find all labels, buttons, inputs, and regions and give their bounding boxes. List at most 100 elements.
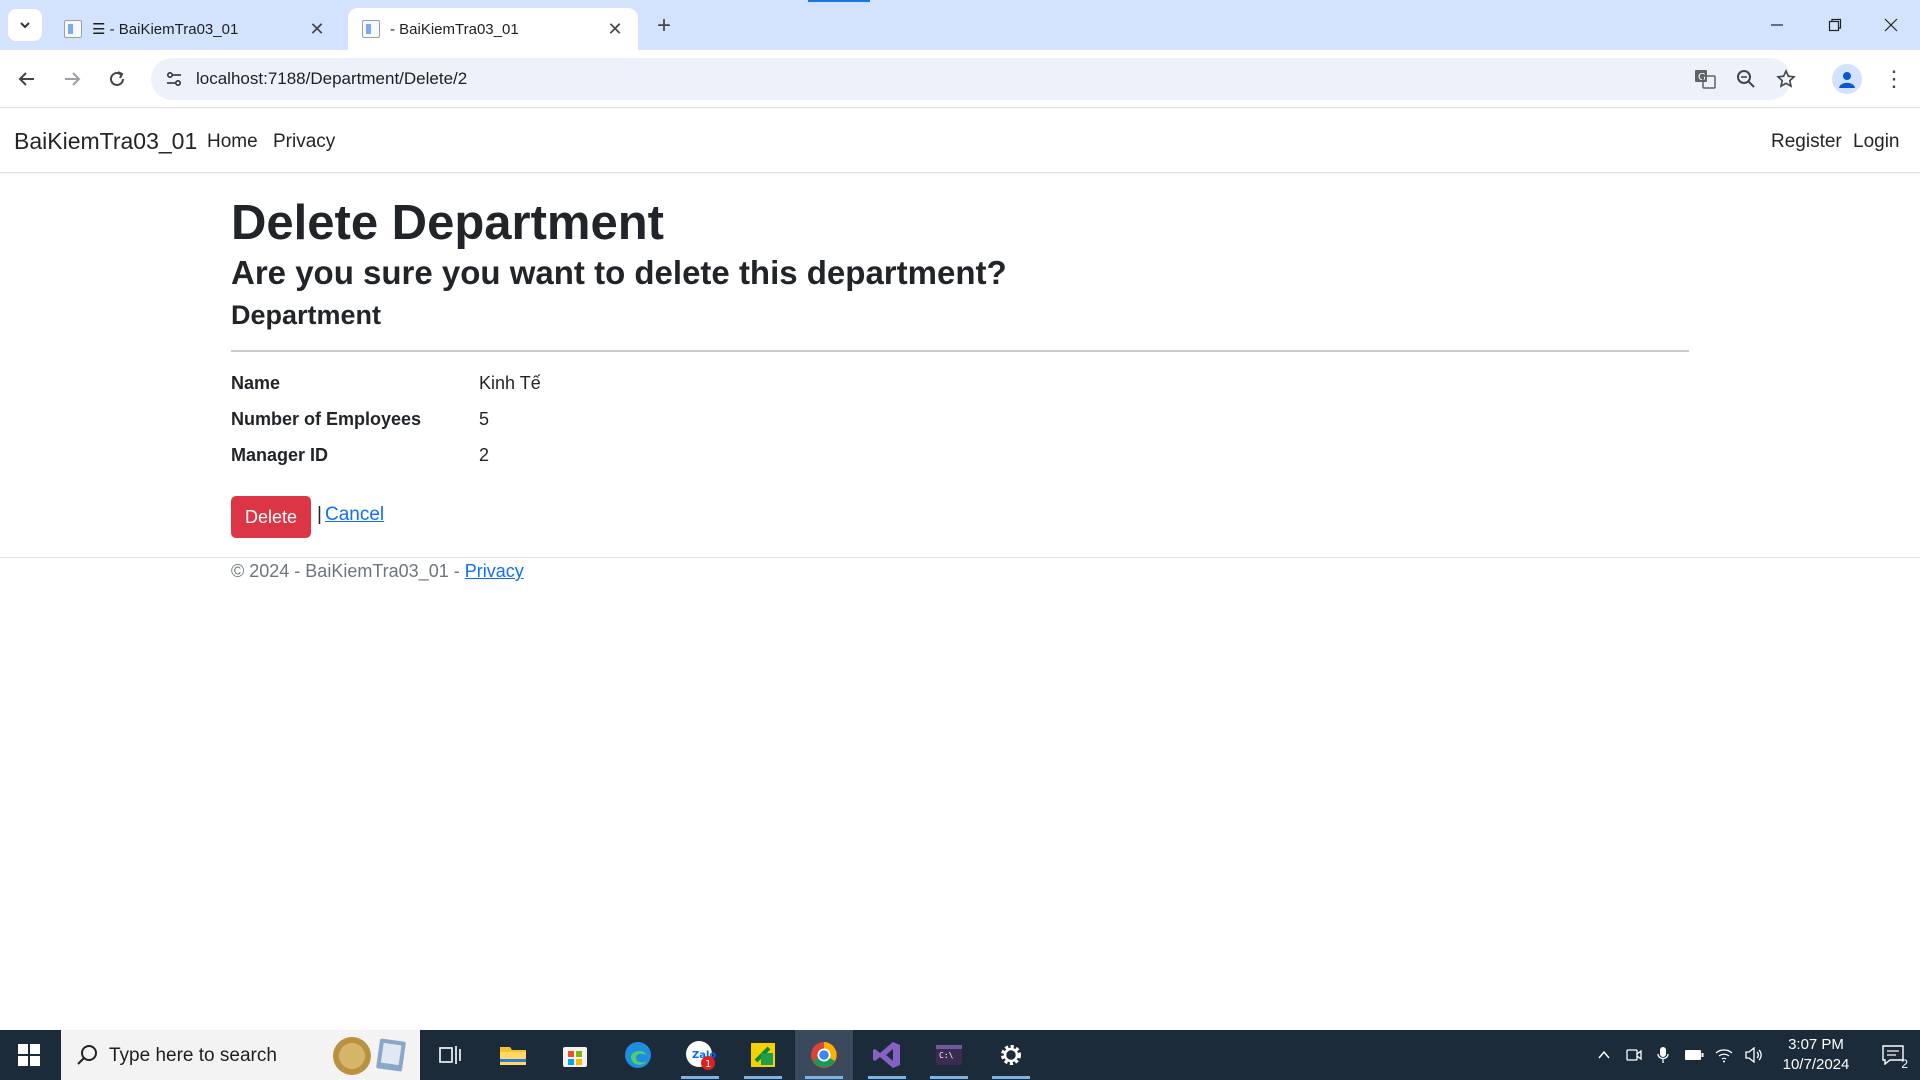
browser-tab-1[interactable]: ☰ - BaiKiemTra03_01 ✕ (50, 8, 340, 50)
windows-logo-icon (18, 1044, 40, 1066)
zoom-icon[interactable] (1733, 66, 1759, 92)
nav-register-link[interactable]: Register (1771, 131, 1842, 153)
nav-privacy-link[interactable]: Privacy (273, 131, 335, 153)
site-brand-link[interactable]: BaiKiemTra03_01 (14, 128, 197, 155)
profile-avatar-icon[interactable] (1832, 64, 1862, 94)
taskbar-chrome[interactable] (795, 1030, 853, 1080)
arrow-left-icon (18, 72, 34, 86)
page-title: Delete Department (231, 196, 664, 250)
tab-search-button[interactable] (8, 9, 42, 41)
notification-count: 2 (1901, 1057, 1908, 1071)
app-tile-icon (751, 1043, 775, 1067)
bookmark-star-icon[interactable] (1773, 66, 1799, 92)
detail-row-manager: Manager ID 2 (231, 445, 1689, 475)
taskbar-visual-studio[interactable] (858, 1030, 916, 1080)
loading-indicator (808, 0, 870, 2)
chrome-icon (811, 1042, 837, 1068)
close-tab-icon[interactable]: ✕ (602, 16, 628, 42)
notification-center-button[interactable]: 2 (1866, 1030, 1920, 1080)
battery-icon[interactable] (1680, 1030, 1708, 1080)
address-bar[interactable]: localhost:7188/Department/Delete/2 G (151, 58, 1796, 100)
taskbar-settings[interactable] (982, 1030, 1040, 1080)
cancel-link[interactable]: Cancel (325, 504, 384, 526)
folder-icon (500, 1047, 526, 1065)
detail-value: 2 (479, 445, 490, 465)
section-heading: Department (231, 300, 382, 330)
browser-tabstrip: ☰ - BaiKiemTra03_01 ✕ - BaiKiemTra03_01 … (0, 0, 1920, 50)
volume-icon[interactable] (1740, 1030, 1768, 1080)
minimize-icon (1771, 24, 1783, 26)
detail-value: 5 (479, 409, 490, 429)
task-view-button[interactable] (421, 1030, 479, 1080)
close-window-button[interactable] (1862, 0, 1920, 50)
translate-icon[interactable]: G (1692, 66, 1718, 92)
tab-title: - BaiKiemTra03_01 (390, 20, 519, 38)
detail-row-employees: Number of Employees 5 (231, 409, 1689, 439)
restore-icon (1828, 18, 1842, 32)
back-button[interactable] (11, 63, 43, 95)
forward-button[interactable] (56, 63, 88, 95)
detail-label: Number of Employees (231, 409, 422, 429)
arrow-right-icon (65, 72, 81, 86)
close-tab-icon[interactable]: ✕ (304, 16, 330, 42)
reload-icon (110, 71, 124, 86)
tab-title: ☰ - BaiKiemTra03_01 (92, 21, 239, 38)
taskbar-app[interactable] (734, 1030, 792, 1080)
show-hidden-icons-button[interactable] (1590, 1030, 1618, 1080)
detail-value: Kinh Tế (479, 373, 541, 393)
restore-window-button[interactable] (1806, 0, 1864, 50)
visual-studio-icon (873, 1042, 900, 1068)
search-placeholder: Type here to search (109, 1045, 277, 1066)
taskbar-terminal[interactable]: C:\ (920, 1030, 978, 1080)
close-icon (1884, 18, 1898, 32)
reload-button[interactable] (101, 63, 133, 95)
detail-label: Manager ID (231, 445, 329, 465)
browser-menu-icon[interactable]: ⋮ (1880, 63, 1908, 95)
clock-date: 10/7/2024 (1782, 1056, 1850, 1073)
minimize-window-button[interactable] (1748, 0, 1806, 50)
browser-toolbar: localhost:7188/Department/Delete/2 G ⋮ (0, 50, 1920, 108)
store-icon (563, 1047, 587, 1067)
edge-icon (625, 1042, 651, 1068)
start-button[interactable] (0, 1030, 58, 1080)
browser-tab-2[interactable]: - BaiKiemTra03_01 ✕ (348, 8, 638, 50)
svg-text:C:\: C:\ (939, 1051, 954, 1060)
svg-text:1: 1 (705, 1059, 711, 1070)
divider (231, 350, 1689, 352)
meet-now-icon[interactable] (1620, 1030, 1648, 1080)
page-favicon-icon (362, 20, 380, 38)
detail-row-name: Name Kinh Tế (231, 373, 1689, 403)
site-navbar: BaiKiemTra03_01 Home Privacy Register Lo… (0, 109, 1920, 173)
task-view-icon (439, 1046, 461, 1064)
action-separator: | (317, 504, 322, 525)
taskbar-store[interactable] (546, 1030, 604, 1080)
footer-divider (0, 557, 1920, 558)
svg-text:G: G (1698, 72, 1706, 83)
nav-login-link[interactable]: Login (1853, 131, 1900, 153)
footer-privacy-link[interactable]: Privacy (465, 561, 524, 581)
url-text: localhost:7188/Department/Delete/2 (196, 69, 468, 88)
chevron-down-icon (20, 22, 30, 29)
taskbar-search-box[interactable]: Type here to search (61, 1030, 420, 1080)
gear-icon (1001, 1045, 1021, 1065)
chevron-up-icon (1598, 1050, 1610, 1059)
page-footer: © 2024 - BaiKiemTra03_01 - Privacy (231, 561, 524, 582)
footer-copyright: © 2024 - BaiKiemTra03_01 - (231, 561, 465, 581)
page-favicon-icon (64, 20, 82, 38)
delete-button[interactable]: Delete (231, 496, 311, 538)
windows-taskbar: Type here to search Zalo 1 C:\ 3:07 PM 1… (0, 1030, 1920, 1080)
taskbar-clock[interactable]: 3:07 PM 10/7/2024 (1766, 1035, 1866, 1075)
site-info-icon[interactable] (163, 68, 185, 90)
taskbar-edge[interactable] (609, 1030, 667, 1080)
terminal-icon: C:\ (936, 1045, 962, 1065)
detail-label: Name (231, 373, 281, 393)
zalo-icon: Zalo1 (686, 1041, 716, 1070)
microphone-icon[interactable] (1650, 1030, 1676, 1080)
new-tab-button[interactable]: + (650, 12, 678, 40)
nav-home-link[interactable]: Home (207, 131, 258, 153)
taskbar-file-explorer[interactable] (484, 1030, 542, 1080)
taskbar-zalo[interactable]: Zalo 1 (671, 1030, 729, 1080)
search-icon (77, 1045, 97, 1065)
wifi-icon[interactable] (1710, 1030, 1738, 1080)
search-highlight-illustration-icon (333, 1037, 406, 1075)
